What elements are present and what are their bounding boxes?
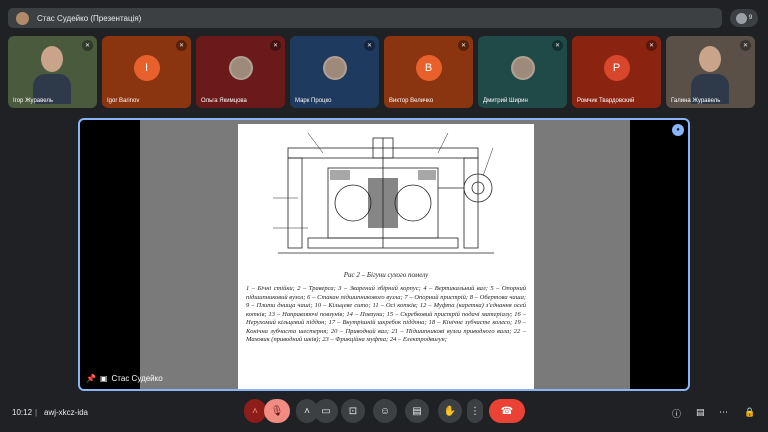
screen-share-icon: ▣: [99, 374, 108, 383]
participant-name: Igor Barinov: [107, 98, 140, 104]
participant-strip: ✕ Ігор Журавель I ✕ Igor Barinov ✕ Ольга Якимц…: [8, 36, 760, 108]
host-controls-icon[interactable]: 🔒: [744, 407, 755, 418]
people-chip[interactable]: 9: [730, 9, 758, 27]
participant-avatar: [228, 56, 253, 80]
captions-button[interactable]: ▤: [405, 399, 429, 423]
bottom-control-bar: 10:12 | awj-xkcz-ida ˄ 🎙 ˄ ▭ ⊡ ☺ ▤ ✋ ⋮ ☎…: [0, 396, 768, 432]
presentation-title: Стас Судейко (Презентація): [37, 13, 142, 23]
meeting-code: awj-xkcz-ida: [44, 408, 89, 417]
shared-document: Рис 2 – Бігуни сухого помелу 1 – Бічні с…: [238, 124, 534, 389]
presenter-avatar: [16, 11, 29, 25]
presenter-label: 📌 ▣ Стас Судейко: [86, 374, 163, 383]
mic-off-icon: ✕: [270, 40, 281, 51]
figure-caption: Рис 2 – Бігуни сухого помелу: [343, 271, 429, 279]
people-avatar-icon: [735, 12, 747, 24]
participant-name: Ольга Якимцова: [201, 98, 247, 104]
participant-tile[interactable]: ✕ Дмитрий Ширин: [478, 36, 567, 108]
clock: 10:12: [12, 408, 33, 417]
participant-tile[interactable]: ✕ Ольга Якимцова: [196, 36, 285, 108]
mic-off-icon: ✕: [82, 40, 93, 51]
participant-tile[interactable]: ✕ Галина Журавель: [666, 36, 755, 108]
mic-toggle-button[interactable]: 🎙: [264, 399, 290, 423]
figure-legend-text: 1 – Бічні стійки; 2 – Траверса; 3 – Звар…: [246, 285, 526, 343]
audio-indicator-icon: ●: [672, 124, 684, 136]
present-screen-icon: ⊡: [348, 405, 358, 417]
participant-tile[interactable]: I ✕ Igor Barinov: [102, 36, 191, 108]
pin-icon[interactable]: 📌: [86, 374, 96, 383]
camera-icon: ▭: [321, 405, 331, 417]
people-count: 9: [748, 15, 753, 21]
info-icon[interactable]: ⓘ: [672, 407, 681, 420]
captions-icon: ▤: [412, 405, 422, 417]
participant-tile[interactable]: ✕ Марк Процко: [290, 36, 379, 108]
chat-icon[interactable]: ▤: [696, 407, 705, 418]
participant-avatar: [510, 56, 535, 80]
participant-tile[interactable]: B ✕ Виктор Величко: [384, 36, 473, 108]
mic-off-icon: ✕: [646, 40, 657, 51]
mic-off-icon: ✕: [364, 40, 375, 51]
machine-drawing: [273, 132, 494, 254]
participant-name: Марк Процко: [295, 98, 332, 104]
mic-off-icon: ✕: [176, 40, 187, 51]
participant-name: Виктор Величко: [389, 98, 434, 104]
mic-off-icon: ✕: [458, 40, 469, 51]
activities-icon[interactable]: ⋯: [719, 407, 728, 418]
hang-up-icon: ☎: [500, 405, 514, 417]
camera-toggle-button[interactable]: ▭: [314, 399, 338, 423]
mic-off-icon: ✕: [552, 40, 563, 51]
mic-off-icon: 🎙: [270, 405, 284, 417]
participant-avatar: [322, 56, 347, 80]
emoji-icon: ☺: [379, 405, 391, 417]
leave-call-button[interactable]: ☎: [489, 399, 525, 423]
chevron-up-icon: ˄: [304, 405, 310, 417]
hand-icon: ✋: [443, 405, 457, 417]
more-vert-icon: ⋮: [470, 405, 480, 417]
participant-tile[interactable]: P ✕ Ромчик Твардовский: [572, 36, 661, 108]
participant-tile[interactable]: ✕ Ігор Журавель: [8, 36, 97, 108]
presenter-name: Стас Судейко: [111, 374, 163, 383]
separator: |: [35, 408, 38, 417]
mic-options-button[interactable]: ˄: [244, 399, 266, 423]
participant-name: Дмитрий Ширин: [483, 98, 528, 104]
presentation-title-bar[interactable]: Стас Судейко (Презентація): [8, 8, 722, 28]
mic-off-icon: ✕: [740, 40, 751, 51]
participant-initial: P: [603, 55, 630, 81]
participant-initial: B: [415, 55, 442, 81]
participant-initial: I: [133, 55, 160, 81]
participant-name: Галина Журавель: [671, 98, 721, 104]
present-button[interactable]: ⊡: [341, 399, 365, 423]
more-options-button[interactable]: ⋮: [467, 399, 483, 423]
chevron-up-icon: ˄: [252, 405, 258, 417]
reactions-button[interactable]: ☺: [373, 399, 397, 423]
participant-name: Ромчик Твардовский: [577, 98, 635, 104]
participant-name: Ігор Журавель: [13, 98, 54, 104]
presentation-stage[interactable]: Рис 2 – Бігуни сухого помелу 1 – Бічні с…: [78, 118, 690, 391]
raise-hand-button[interactable]: ✋: [438, 399, 462, 423]
